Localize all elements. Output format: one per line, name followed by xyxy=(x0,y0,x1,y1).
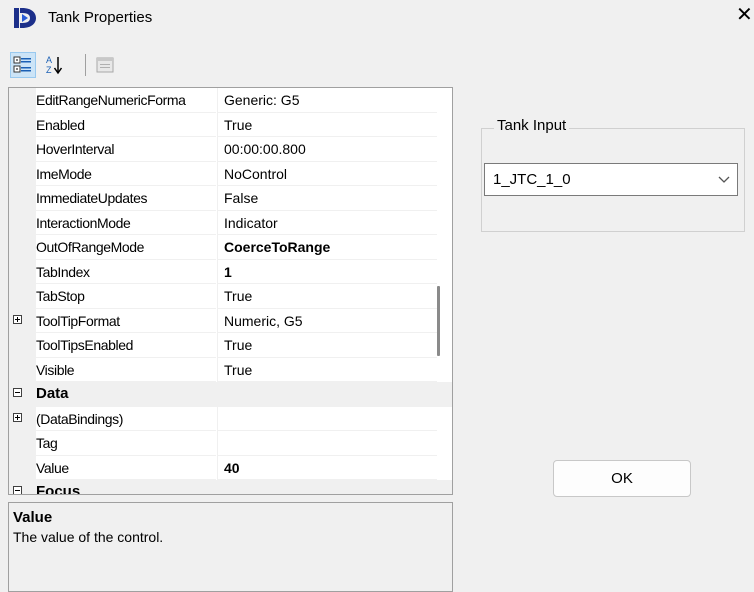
property-row[interactable]: ToolTipsEnabled True xyxy=(9,333,452,358)
description-text: The value of the control. xyxy=(13,529,164,545)
property-grid[interactable]: Focus Value 40 Tag (DataBindings) Data Visible… xyxy=(8,87,453,495)
property-row[interactable]: EditRangeNumericForma Generic: G5 xyxy=(9,88,452,113)
app-logo-icon xyxy=(14,8,36,28)
row-gutter xyxy=(9,259,36,284)
property-row[interactable]: OutOfRangeMode CoerceToRange xyxy=(9,235,452,260)
property-name: Visible xyxy=(36,358,216,382)
description-panel: Value The value of the control. xyxy=(8,502,453,592)
property-value[interactable]: False xyxy=(217,186,437,211)
property-value[interactable]: True xyxy=(217,357,437,382)
categorized-button[interactable] xyxy=(10,52,36,78)
property-value[interactable]: Generic: G5 xyxy=(217,88,437,113)
close-icon[interactable]: ✕ xyxy=(736,4,753,26)
property-name: HoverInterval xyxy=(36,137,216,162)
property-name: Enabled xyxy=(36,113,216,137)
property-pages-button[interactable] xyxy=(92,52,118,78)
property-name: (DataBindings) xyxy=(36,407,216,431)
row-gutter xyxy=(9,357,36,382)
property-name: TabIndex xyxy=(36,260,216,284)
property-pages-icon xyxy=(96,57,114,73)
category-row[interactable]: Focus xyxy=(9,480,452,495)
property-value[interactable]: Numeric, G5 xyxy=(217,308,437,333)
property-name: Value xyxy=(36,456,216,480)
chevron-down-icon xyxy=(718,176,730,183)
collapse-minus-icon[interactable] xyxy=(13,486,22,494)
row-gutter xyxy=(9,112,36,137)
alphabetical-icon: A Z xyxy=(46,55,63,75)
row-gutter xyxy=(9,88,36,113)
property-row[interactable]: InteractionMode Indicator xyxy=(9,210,452,235)
row-gutter xyxy=(9,186,36,211)
property-row[interactable]: ImmediateUpdates False xyxy=(9,186,452,211)
row-gutter xyxy=(9,455,36,480)
row-gutter xyxy=(9,235,36,260)
property-value[interactable]: 1 xyxy=(217,259,437,284)
property-value[interactable] xyxy=(217,406,437,431)
category-row[interactable]: Data xyxy=(9,382,452,407)
property-value[interactable]: 40 xyxy=(217,455,437,480)
property-value[interactable] xyxy=(217,431,437,456)
property-row[interactable]: ImeMode NoControl xyxy=(9,161,452,186)
ok-button[interactable]: OK xyxy=(553,460,691,497)
row-gutter xyxy=(9,137,36,162)
property-name: EditRangeNumericForma xyxy=(36,88,216,113)
property-name: Data xyxy=(36,385,69,402)
property-name: Focus xyxy=(36,483,81,495)
row-gutter xyxy=(9,210,36,235)
property-value[interactable]: CoerceToRange xyxy=(217,235,437,260)
window-title: Tank Properties xyxy=(48,9,153,26)
row-gutter xyxy=(9,284,36,309)
property-value[interactable]: True xyxy=(217,112,437,137)
property-name: OutOfRangeMode xyxy=(36,235,216,260)
expand-plus-icon[interactable] xyxy=(13,314,22,324)
description-title: Value xyxy=(13,509,53,526)
property-value[interactable]: Indicator xyxy=(217,210,437,235)
property-value[interactable]: True xyxy=(217,284,437,309)
categorized-icon xyxy=(13,56,31,73)
svg-text:A: A xyxy=(46,55,52,65)
expand-plus-icon[interactable] xyxy=(13,412,22,422)
property-name: TabStop xyxy=(36,284,216,309)
property-row[interactable]: Enabled True xyxy=(9,112,452,137)
vertical-scrollbar-thumb[interactable] xyxy=(437,286,440,356)
property-value xyxy=(217,480,437,494)
alphabetical-button[interactable]: A Z xyxy=(42,52,68,78)
property-value[interactable]: True xyxy=(217,333,437,358)
tank-input-label: Tank Input xyxy=(494,117,570,134)
property-row[interactable]: TabIndex 1 xyxy=(9,259,452,284)
property-row[interactable]: HoverInterval 00:00:00.800 xyxy=(9,137,452,162)
property-row[interactable]: ToolTipFormat Numeric, G5 xyxy=(9,308,452,333)
property-row[interactable]: Visible True xyxy=(9,357,452,382)
property-value[interactable]: NoControl xyxy=(217,161,437,186)
collapse-minus-icon[interactable] xyxy=(13,388,22,397)
tank-input-dropdown[interactable]: 1_JTC_1_0 xyxy=(484,163,738,196)
property-grid-toolbar: A Z xyxy=(8,50,453,82)
property-value[interactable]: 00:00:00.800 xyxy=(217,137,437,162)
row-gutter xyxy=(9,431,36,456)
property-name: ImeMode xyxy=(36,162,216,186)
svg-text:Z: Z xyxy=(46,65,52,75)
property-row[interactable]: Tag xyxy=(9,431,452,456)
row-gutter xyxy=(9,161,36,186)
title-bar: Tank Properties ✕ xyxy=(0,0,754,36)
property-value xyxy=(217,382,437,407)
property-name: ToolTipsEnabled xyxy=(36,333,216,358)
toolbar-separator xyxy=(85,54,86,76)
row-gutter xyxy=(9,333,36,358)
property-row[interactable]: TabStop True xyxy=(9,284,452,309)
property-row[interactable]: Value 40 xyxy=(9,455,452,480)
property-name: ToolTipFormat xyxy=(36,309,216,333)
tank-input-selected: 1_JTC_1_0 xyxy=(493,171,571,188)
property-row[interactable]: (DataBindings) xyxy=(9,406,452,431)
property-name: Tag xyxy=(36,431,216,456)
property-name: InteractionMode xyxy=(36,211,216,235)
property-name: ImmediateUpdates xyxy=(36,186,216,211)
